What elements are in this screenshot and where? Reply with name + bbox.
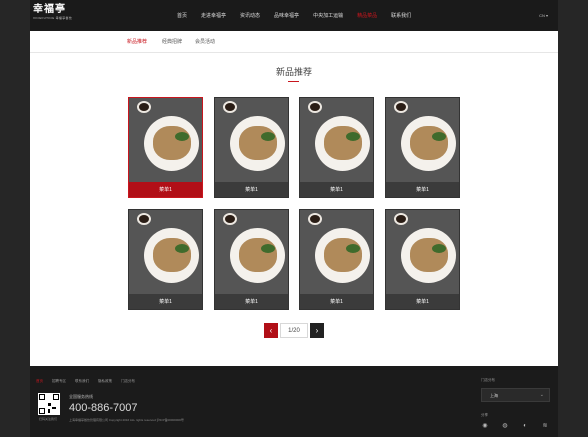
- language-selector[interactable]: CN ▾: [539, 13, 548, 18]
- qq-icon[interactable]: ◍: [501, 422, 509, 430]
- footer: 首页 招聘专区 联系我们 隐私政策 门店分布 扫码关注我们 全国服务热线 400…: [30, 366, 558, 437]
- dish-image: [215, 98, 288, 182]
- product-card[interactable]: 菜单1: [385, 209, 460, 310]
- card-caption: 菜单1: [215, 294, 288, 309]
- logo[interactable]: 幸福亭 XINGFUTING 幸福亭餐饮: [33, 3, 75, 28]
- hotline-number: 400-886-7007: [69, 402, 138, 414]
- product-card[interactable]: 菜单1: [299, 97, 374, 198]
- main-content: 新品推荐 经典招牌 会员活动 新品推荐 菜单1 菜单1 菜单1 菜单1 菜单1: [30, 31, 558, 366]
- next-page-button[interactable]: ›: [310, 323, 324, 338]
- store-label: 门店分布: [481, 378, 495, 382]
- product-card[interactable]: 菜单1: [385, 97, 460, 198]
- nav-item-dishes[interactable]: 精品菜品: [350, 0, 384, 31]
- card-caption: 菜单1: [300, 294, 373, 309]
- prev-page-button[interactable]: ‹: [264, 323, 278, 338]
- qr-caption: 扫码关注我们: [39, 417, 58, 421]
- nav-item-home[interactable]: 首页: [170, 0, 194, 31]
- page-indicator: 1/20: [280, 323, 308, 338]
- footer-link-stores[interactable]: 门店分布: [121, 379, 135, 384]
- nav-item-logistics[interactable]: 中央加工运输: [306, 0, 350, 31]
- sub-nav: 新品推荐 经典招牌 会员活动: [30, 31, 558, 53]
- card-caption: 菜单1: [215, 182, 288, 197]
- product-card[interactable]: 菜单1: [128, 97, 203, 198]
- city-value: 上海: [490, 393, 498, 398]
- footer-link-home[interactable]: 首页: [36, 379, 43, 384]
- top-header: 幸福亭 XINGFUTING 幸福亭餐饮 首页 走进幸福亭 资讯动态 品味幸福亭…: [30, 0, 558, 31]
- dish-image: [386, 98, 459, 182]
- nav-item-about[interactable]: 走进幸福亭: [194, 0, 233, 31]
- footer-link-privacy[interactable]: 隐私政策: [98, 379, 112, 384]
- logo-text: 幸福亭: [33, 4, 66, 15]
- nav-item-taste[interactable]: 品味幸福亭: [267, 0, 306, 31]
- dish-image: [386, 210, 459, 294]
- hotline-label: 全国服务热线: [69, 394, 93, 399]
- product-card[interactable]: 菜单1: [214, 97, 289, 198]
- card-caption: 菜单1: [300, 182, 373, 197]
- dish-image: [300, 210, 373, 294]
- weibo-icon[interactable]: ◉: [481, 422, 489, 430]
- product-card[interactable]: 菜单1: [128, 209, 203, 310]
- page-frame: 幸福亭 XINGFUTING 幸福亭餐饮 首页 走进幸福亭 资讯动态 品味幸福亭…: [0, 0, 588, 437]
- dish-image: [129, 210, 202, 294]
- share-icon[interactable]: ≋: [541, 422, 549, 430]
- footer-links: 首页 招聘专区 联系我们 隐私政策 门店分布: [36, 379, 135, 384]
- copyright-text: 上海幸福亭餐饮管理有限公司 Copyright 2016 ALL rights …: [69, 418, 184, 422]
- card-caption: 菜单1: [386, 294, 459, 309]
- qr-code: [38, 393, 60, 415]
- subnav-classic[interactable]: 经典招牌: [162, 31, 182, 53]
- subnav-new[interactable]: 新品推荐: [127, 31, 147, 53]
- subnav-member[interactable]: 会员活动: [195, 31, 215, 53]
- dish-image: [300, 98, 373, 182]
- city-select[interactable]: 上海 ⌄: [481, 388, 550, 402]
- card-caption: 菜单1: [129, 294, 202, 309]
- card-caption: 菜单1: [386, 182, 459, 197]
- wechat-icon[interactable]: ◐: [521, 422, 529, 430]
- product-card[interactable]: 菜单1: [299, 209, 374, 310]
- main-nav: 首页 走进幸福亭 资讯动态 品味幸福亭 中央加工运输 精品菜品 联系我们: [170, 0, 418, 31]
- page-title: 新品推荐: [275, 67, 312, 77]
- chevron-down-icon: ⌄: [539, 392, 544, 398]
- nav-item-contact[interactable]: 联系我们: [384, 0, 418, 31]
- product-card[interactable]: 菜单1: [214, 209, 289, 310]
- footer-link-jobs[interactable]: 招聘专区: [52, 379, 66, 384]
- share-label: 分享: [481, 413, 488, 417]
- dish-image: [129, 98, 202, 182]
- dish-image: [215, 210, 288, 294]
- nav-item-news[interactable]: 资讯动态: [233, 0, 267, 31]
- logo-subtext: XINGFUTING 幸福亭餐饮: [33, 16, 73, 20]
- card-caption: 菜单1: [129, 182, 202, 197]
- footer-link-contact[interactable]: 联系我们: [75, 379, 89, 384]
- title-underline: [288, 81, 299, 82]
